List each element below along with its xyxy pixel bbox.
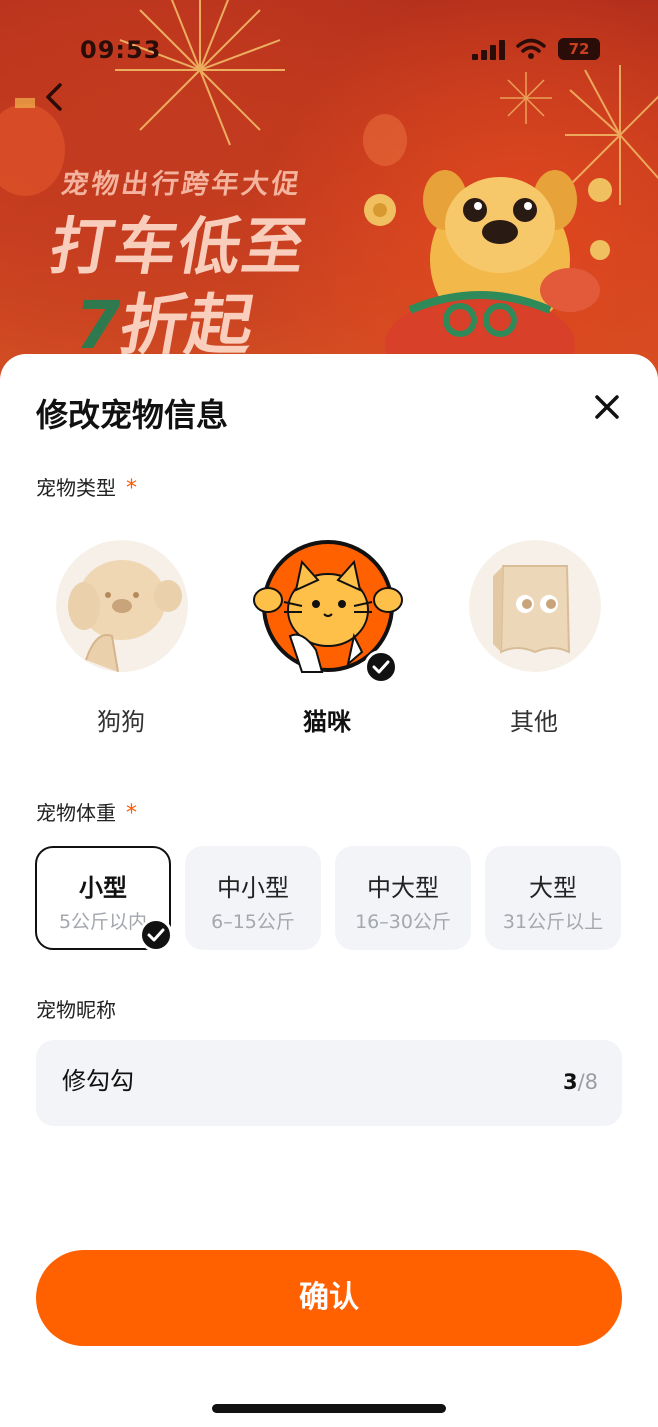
weight-option-small-medium[interactable]: 中小型 6–15公斤 (185, 846, 321, 950)
weight-option-range: 6–15公斤 (211, 911, 295, 933)
back-arrow-icon[interactable] (38, 80, 72, 114)
promo-banner[interactable]: 09:53 72 宠物出行跨年大促 打车低至 7折起 (0, 0, 658, 380)
status-time: 09:53 (80, 36, 162, 64)
signal-icon (472, 40, 505, 60)
edit-pet-sheet: 修改宠物信息 宠物类型 * 狗狗 猫咪 其他 宠物体重 * 小型 5公斤以内 中… (0, 354, 658, 1427)
check-icon (372, 660, 390, 674)
pet-weight-label: 宠物体重 * (36, 797, 137, 826)
nickname-input[interactable] (62, 1064, 482, 1092)
pet-type-label: 宠物类型 * (36, 472, 137, 501)
pet-weight-label-text: 宠物体重 (36, 801, 116, 825)
weight-option-range: 31公斤以上 (502, 911, 604, 933)
home-indicator (212, 1404, 446, 1413)
weight-option-name: 小型 (79, 874, 127, 902)
confirm-button[interactable]: 确认 (36, 1250, 622, 1346)
weight-option-small[interactable]: 小型 5公斤以内 (35, 846, 173, 952)
weight-option-large[interactable]: 大型 31公斤以上 (485, 846, 621, 950)
char-count: 3 (562, 1070, 578, 1094)
pet-option-label: 其他 (510, 708, 558, 736)
selected-check-icon (139, 918, 173, 952)
firework-decoration (500, 72, 552, 124)
dog-avatar-icon (56, 540, 188, 672)
paper-bag-avatar-icon (469, 540, 601, 672)
firework-decoration (115, 0, 285, 146)
pet-option-label: 狗狗 (97, 708, 145, 736)
pet-nickname-label-text: 宠物昵称 (36, 998, 116, 1022)
weight-option-medium-large[interactable]: 中大型 16–30公斤 (335, 846, 471, 950)
required-mark: * (126, 801, 137, 826)
wifi-icon (516, 38, 546, 59)
weight-option-name: 中大型 (367, 874, 439, 902)
pet-option-dog[interactable]: 狗狗 (46, 540, 196, 740)
pet-option-label: 猫咪 (303, 708, 351, 736)
dog-mascot-illustration (364, 170, 612, 380)
weight-option-range: 16–30公斤 (355, 911, 451, 933)
nickname-char-counter: 3/8 (563, 1070, 598, 1094)
battery-icon: 72 (558, 38, 600, 60)
pet-option-other[interactable]: 其他 (459, 540, 609, 740)
status-bar: 09:53 72 (0, 28, 658, 72)
weight-option-name: 中小型 (217, 874, 289, 902)
close-icon[interactable] (590, 390, 624, 424)
pet-option-cat[interactable]: 猫咪 (252, 540, 403, 740)
selected-check-icon (364, 650, 398, 684)
weight-option-name: 大型 (529, 874, 577, 902)
required-mark: * (126, 476, 137, 501)
char-max: /8 (577, 1070, 598, 1094)
pet-type-label-text: 宠物类型 (36, 476, 116, 500)
discount-suffix: 折起 (114, 287, 260, 364)
nickname-field[interactable]: 3/8 (36, 1040, 622, 1126)
sheet-title: 修改宠物信息 (36, 396, 229, 434)
pet-nickname-label: 宠物昵称 (36, 994, 116, 1023)
check-icon (147, 928, 165, 942)
